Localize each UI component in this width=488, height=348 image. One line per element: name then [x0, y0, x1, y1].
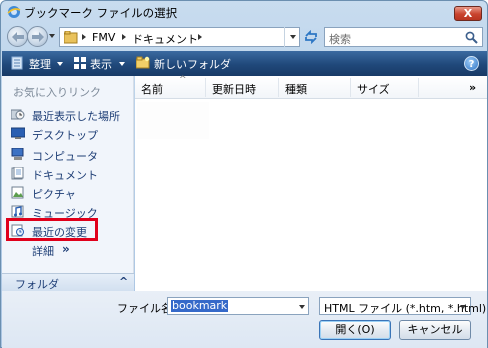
- column-divider[interactable]: [278, 78, 279, 97]
- computer-icon: [11, 148, 24, 160]
- favorite-recent-places[interactable]: 最近表示した場所: [11, 107, 133, 124]
- window-title: ブックマーク ファイルの選択: [24, 6, 178, 20]
- breadcrumb-arrow-icon[interactable]: [82, 34, 86, 40]
- organize-button[interactable]: 整理: [29, 56, 51, 72]
- new-folder-icon: [136, 56, 150, 69]
- favorite-more-link[interactable]: 詳細 »: [11, 242, 133, 259]
- back-arrow-icon: [12, 32, 24, 42]
- file-list-pane[interactable]: 名前 ^ 更新日時 種類 サイズ »: [135, 75, 487, 291]
- views-icon: [74, 57, 86, 69]
- recent-pages-dropdown[interactable]: [49, 34, 55, 38]
- more-columns-icon[interactable]: »: [469, 81, 476, 94]
- title-bar: ブックマーク ファイルの選択 X: [1, 1, 487, 23]
- column-date[interactable]: 更新日時: [212, 81, 256, 97]
- favorite-computer[interactable]: コンピュータ: [11, 147, 133, 164]
- more-label: 詳細: [32, 245, 54, 258]
- column-header-row: 名前 ^ 更新日時 種類 サイズ »: [135, 75, 487, 99]
- folders-label: フォルダ: [15, 278, 59, 291]
- filename-value[interactable]: bookmark: [171, 300, 229, 312]
- open-button[interactable]: 開く(O): [319, 320, 391, 340]
- column-size[interactable]: サイズ: [357, 81, 390, 97]
- column-divider[interactable]: [350, 78, 351, 97]
- favorite-label: デスクトップ: [32, 129, 98, 142]
- address-history-dropdown[interactable]: [284, 27, 300, 47]
- cancel-button[interactable]: キャンセル: [399, 320, 471, 340]
- file-dialog: ブックマーク ファイルの選択 X FMV ドキュメント 検索 整理 表示 新しい…: [0, 0, 488, 348]
- address-bar[interactable]: FMV ドキュメント: [59, 27, 300, 47]
- folder-icon: [64, 31, 78, 44]
- documents-icon: [11, 167, 24, 180]
- desktop-icon: [11, 127, 25, 139]
- empty-list-area: [137, 102, 209, 139]
- organize-icon: [11, 56, 23, 70]
- organize-dropdown-icon[interactable]: [57, 62, 63, 66]
- pictures-icon: [11, 186, 24, 199]
- recent-places-icon: [11, 109, 25, 120]
- favorite-documents[interactable]: ドキュメント: [11, 166, 133, 183]
- breadcrumb-arrow-icon[interactable]: [122, 34, 126, 40]
- filename-dropdown-icon[interactable]: [299, 305, 305, 309]
- column-name[interactable]: 名前: [141, 81, 163, 97]
- search-input[interactable]: 検索: [324, 27, 483, 47]
- forward-arrow-icon: [32, 32, 44, 42]
- highlight-box: [6, 218, 98, 241]
- favorite-label: 最近表示した場所: [32, 110, 120, 123]
- address-row: FMV ドキュメント 検索: [1, 25, 487, 49]
- column-divider[interactable]: [205, 78, 206, 97]
- search-icon[interactable]: [465, 31, 478, 44]
- column-divider[interactable]: [418, 78, 419, 97]
- sort-indicator-icon: ^: [179, 75, 187, 85]
- refresh-icon: [305, 30, 317, 44]
- views-button[interactable]: 表示: [90, 56, 112, 72]
- favorite-links-title: お気に入りリンク: [13, 86, 101, 99]
- column-type[interactable]: 種類: [285, 81, 307, 97]
- back-button[interactable]: [7, 26, 28, 47]
- close-button[interactable]: X: [454, 6, 482, 21]
- new-folder-button[interactable]: 新しいフォルダ: [154, 56, 231, 72]
- breadcrumb-documents[interactable]: ドキュメント: [132, 31, 198, 47]
- chevron-down-icon[interactable]: [460, 305, 466, 309]
- favorite-label: コンピュータ: [32, 150, 98, 163]
- folders-bar[interactable]: フォルダ ^: [2, 273, 134, 291]
- breadcrumb-fmv[interactable]: FMV: [92, 31, 115, 44]
- favorite-pictures[interactable]: ピクチャ: [11, 185, 133, 202]
- favorite-label: ピクチャ: [32, 188, 76, 201]
- favorite-desktop[interactable]: デスクトップ: [11, 126, 133, 143]
- help-icon[interactable]: ?: [464, 56, 479, 71]
- views-dropdown-icon[interactable]: [119, 62, 125, 66]
- command-toolbar: 整理 表示 新しいフォルダ ?: [2, 51, 487, 76]
- filename-input[interactable]: bookmark: [167, 297, 309, 315]
- chevron-up-icon[interactable]: ^: [119, 275, 128, 288]
- more-arrows-icon: »: [62, 242, 70, 256]
- search-placeholder: 検索: [329, 33, 351, 46]
- navigation-pane: お気に入りリンク 最近表示した場所 デスクトップ コンピュータ ドキュメント ピ…: [2, 76, 134, 291]
- chevron-down-icon: [290, 35, 296, 39]
- music-icon: [11, 205, 24, 218]
- refresh-button[interactable]: [301, 27, 320, 47]
- dialog-footer: ファイル名(N): bookmark HTML ファイル (*.htm, *.h…: [2, 291, 487, 348]
- forward-button[interactable]: [27, 26, 48, 47]
- ie-icon: [7, 6, 21, 18]
- breadcrumb-arrow-icon[interactable]: [198, 34, 202, 40]
- favorite-label: ドキュメント: [32, 169, 98, 182]
- filetype-select[interactable]: HTML ファイル (*.htm, *.html): [319, 297, 486, 315]
